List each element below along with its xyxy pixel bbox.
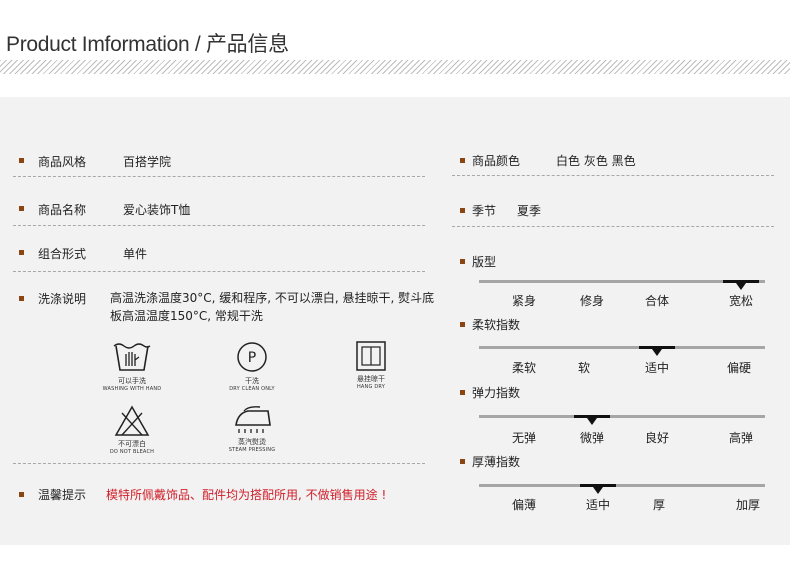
- divider: [13, 176, 425, 177]
- bullet-icon: [19, 158, 24, 163]
- row-label-wash: 洗涤说明: [38, 292, 87, 306]
- care-en-label: DRY CLEAN ONLY: [229, 386, 275, 392]
- scale-tick: 紧身: [511, 294, 536, 308]
- care-item-hang-dry: 悬挂晾干 HANG DRY: [340, 340, 402, 390]
- care-cn-label: 不可漂白: [118, 440, 146, 448]
- scale-tick: 柔软: [511, 361, 536, 375]
- hang-dry-icon: [356, 341, 386, 371]
- dry-clean-icon: P: [237, 342, 267, 372]
- scale-label-thickness: 厚薄指数: [472, 455, 521, 469]
- care-item-steam-iron: 蒸汽熨烫 STEAM PRESSING: [220, 405, 284, 453]
- divider: [13, 463, 425, 464]
- scale-bar-thickness: [479, 484, 765, 494]
- scale-tick: 适中: [644, 361, 669, 375]
- bullet-icon: [460, 208, 465, 213]
- bullet-icon: [19, 296, 24, 301]
- divider: [13, 225, 425, 226]
- steam-iron-icon: [235, 406, 271, 433]
- scale-tick: 偏薄: [511, 498, 536, 512]
- care-en-label: STEAM PRESSING: [228, 447, 276, 453]
- scale-label-softness: 柔软指数: [472, 318, 521, 332]
- care-item-dry-clean: P 干洗 DRY CLEAN ONLY: [220, 340, 284, 392]
- divider: [452, 226, 774, 227]
- scale-tick: 高弹: [728, 431, 753, 445]
- row-value-wash: 高温洗涤温度30°C, 缓和程序, 不可以漂白, 悬挂晾干, 熨斗底板高温温度1…: [110, 291, 435, 323]
- header-divider: [0, 60, 790, 74]
- care-cn-label: 干洗: [245, 377, 259, 385]
- row-label-season: 季节: [472, 204, 497, 218]
- row-value-combo: 单件: [123, 247, 148, 261]
- row-label-combo: 组合形式: [38, 247, 87, 261]
- row-value-season: 夏季: [517, 204, 542, 218]
- care-en-label: HANG DRY: [356, 384, 386, 390]
- row-value-style: 百搭学院: [123, 155, 172, 169]
- care-cn-label: 悬挂晾干: [357, 375, 385, 383]
- divider: [452, 175, 774, 176]
- scale-tick: 微弹: [579, 431, 604, 445]
- scale-tick: 适中: [585, 498, 610, 512]
- scale-tick: 加厚: [735, 498, 760, 512]
- divider: [13, 271, 425, 272]
- scale-bar-fit: [479, 280, 765, 290]
- scale-marker: [580, 484, 616, 494]
- scale-bar-elasticity: [479, 415, 765, 425]
- scale-marker: [574, 415, 610, 425]
- care-en-label: WASHING WITH HAND: [102, 386, 162, 392]
- care-item-no-bleach: 不可漂白 DO NOT BLEACH: [100, 405, 164, 455]
- bullet-icon: [460, 322, 465, 327]
- scale-tick: 软: [577, 361, 590, 375]
- hand-wash-icon: [113, 343, 151, 371]
- scale-label-fit: 版型: [472, 255, 497, 269]
- scale-marker: [723, 280, 759, 290]
- bullet-icon: [460, 390, 465, 395]
- row-label-color: 商品颜色: [472, 154, 521, 168]
- scale-label-elasticity: 弹力指数: [472, 386, 521, 400]
- scale-tick: 宽松: [728, 294, 753, 308]
- row-value-name: 爱心装饰T恤: [123, 203, 191, 217]
- bullet-icon: [19, 206, 24, 211]
- row-value-color: 白色 灰色 黑色: [556, 154, 636, 168]
- scale-tick: 合体: [644, 294, 669, 308]
- care-cn-label: 蒸汽熨烫: [238, 438, 266, 446]
- bullet-icon: [460, 158, 465, 163]
- care-item-hand-wash: 可以手洗 WASHING WITH HAND: [100, 340, 164, 392]
- care-cn-label: 可以手洗: [118, 377, 146, 385]
- scale-marker: [639, 346, 675, 356]
- row-label-name: 商品名称: [38, 203, 87, 217]
- scale-tick: 无弹: [511, 431, 536, 445]
- svg-text:P: P: [248, 350, 256, 366]
- bullet-icon: [460, 459, 465, 464]
- row-label-style: 商品风格: [38, 155, 87, 169]
- scale-tick: 厚: [652, 498, 665, 512]
- care-en-label: DO NOT BLEACH: [109, 449, 155, 455]
- scale-tick: 良好: [644, 431, 669, 445]
- no-bleach-icon: [114, 405, 150, 436]
- bullet-icon: [460, 259, 465, 264]
- scale-tick: 偏硬: [726, 361, 751, 375]
- notice-text: 模特所佩戴饰品、配件均为搭配所用, 不做销售用途 !: [106, 488, 387, 502]
- bullet-icon: [19, 250, 24, 255]
- scale-bar-softness: [479, 346, 765, 356]
- bullet-icon: [19, 492, 24, 497]
- scale-tick: 修身: [579, 294, 604, 308]
- page-title: Product Imformation / 产品信息: [6, 33, 289, 56]
- notice-label: 温馨提示: [38, 488, 87, 502]
